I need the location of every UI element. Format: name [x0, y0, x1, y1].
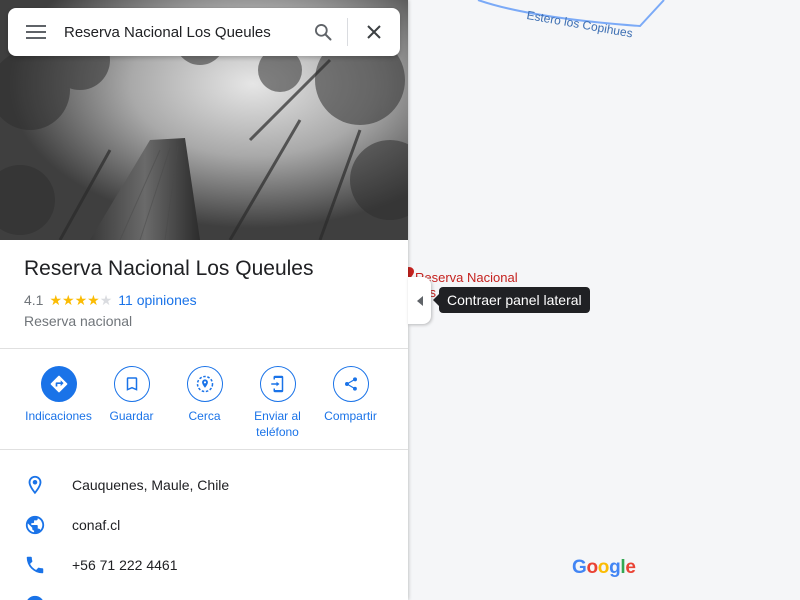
nearby-label: Cerca [188, 409, 221, 423]
phone-icon [0, 554, 72, 576]
nearby-icon [186, 366, 223, 402]
collapse-panel-tooltip: Contraer panel lateral [433, 287, 590, 313]
phone-text: +56 71 222 4461 [72, 557, 178, 573]
reviews-link[interactable]: 11 opiniones [118, 292, 196, 308]
hamburger-menu-icon [26, 25, 46, 39]
phone-row[interactable]: +56 71 222 4461 [0, 545, 408, 585]
website-row[interactable]: conaf.cl [0, 505, 408, 545]
search-input[interactable]: Reserva Nacional Los Queules [64, 24, 299, 41]
star-filled-icon: ★ [62, 292, 75, 308]
nearby-button[interactable]: Cerca [168, 366, 241, 440]
share-button[interactable]: Compartir [314, 366, 387, 440]
search-box[interactable]: Reserva Nacional Los Queules [8, 8, 400, 56]
menu-button[interactable] [8, 8, 64, 56]
share-icon [332, 366, 369, 402]
website-text: conaf.cl [72, 517, 121, 533]
star-empty-icon: ★ [99, 292, 113, 308]
save-label: Guardar [109, 409, 154, 423]
action-buttons: Indicaciones Guardar Cerca Enviar al tel… [22, 366, 387, 440]
rating-row: 4.1 ★ ★ ★ ★ ★ 11 opiniones [24, 292, 197, 308]
place-title: Reserva Nacional Los Queules [24, 257, 314, 280]
caret-left-icon [416, 295, 423, 306]
globe-icon [0, 514, 72, 536]
location-pin-icon [0, 474, 72, 496]
directions-button[interactable]: Indicaciones [22, 366, 95, 440]
address-text: Cauquenes, Maule, Chile [72, 477, 230, 493]
save-button[interactable]: Guardar [95, 366, 168, 440]
clear-search-button[interactable] [348, 8, 400, 56]
share-label: Compartir [324, 409, 377, 423]
place-category: Reserva nacional [24, 313, 133, 329]
rating-stars: ★ ★ ★ ★ ★ [49, 293, 112, 307]
rating-value: 4.1 [24, 292, 44, 308]
more-info-row[interactable] [0, 585, 408, 600]
collapse-panel-button[interactable] [408, 277, 431, 324]
star-filled-icon: ★ [74, 292, 88, 308]
star-filled-icon: ★ [87, 292, 100, 308]
info-icon [0, 594, 72, 600]
google-logo: Google [572, 557, 636, 578]
search-icon [315, 24, 332, 41]
address-row[interactable]: Cauquenes, Maule, Chile [0, 465, 408, 505]
divider [0, 449, 408, 450]
send-to-phone-label: Enviar al teléfono [254, 409, 301, 439]
send-to-phone-button[interactable]: Enviar al teléfono [241, 366, 314, 440]
close-icon [367, 25, 381, 39]
send-to-phone-icon [259, 366, 296, 402]
star-filled-icon: ★ [49, 292, 63, 308]
search-button[interactable] [299, 8, 347, 56]
divider [0, 348, 408, 349]
bookmark-icon [113, 366, 150, 402]
directions-icon [40, 366, 77, 402]
directions-label: Indicaciones [25, 409, 92, 423]
place-side-panel: Reserva Nacional Los Queules 4.1 ★ ★ ★ ★ ★ 1… [0, 0, 408, 600]
